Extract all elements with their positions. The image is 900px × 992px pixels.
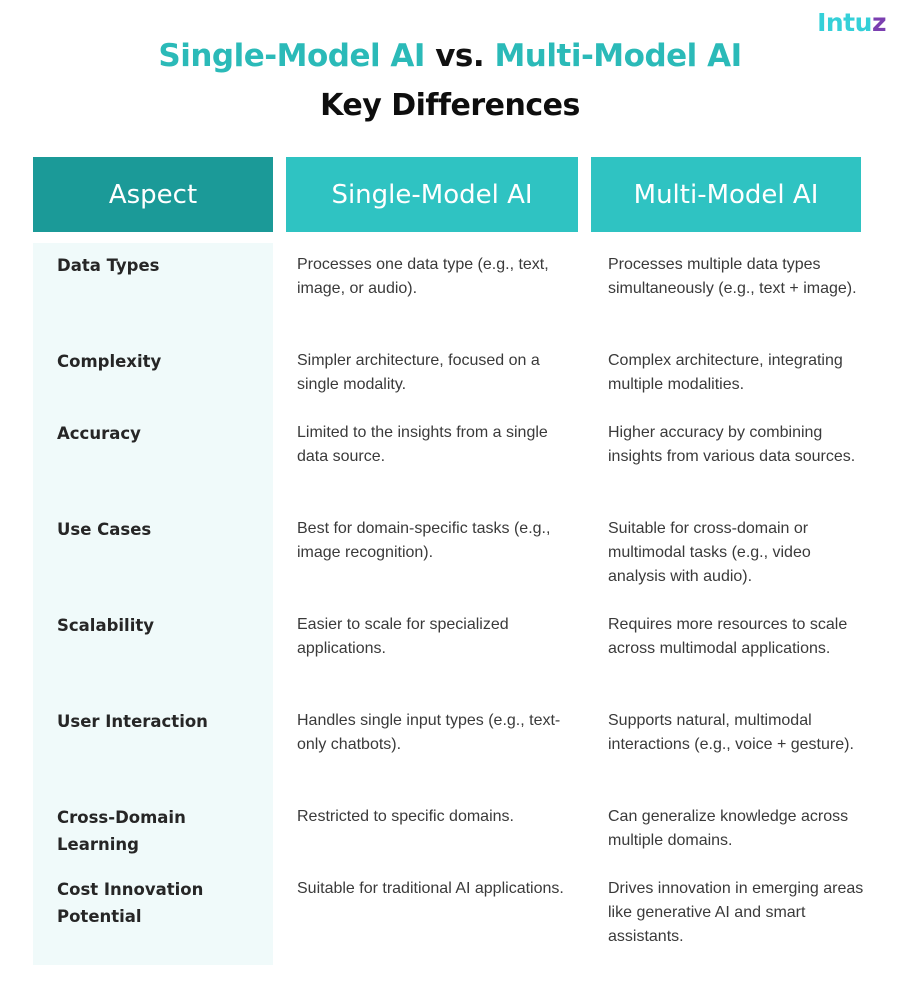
aspect-cell: Accuracy xyxy=(57,424,141,443)
multi-model-cell: Higher accuracy by combining insights fr… xyxy=(608,424,856,465)
page-title: Single-Model AI vs. Multi-Model AI xyxy=(0,38,900,74)
single-model-cell: Handles single input types (e.g., text-o… xyxy=(297,712,561,753)
aspect-cell: Data Types xyxy=(57,256,160,275)
aspect-cell: User Interaction xyxy=(57,712,208,731)
aspect-cell: Use Cases xyxy=(57,520,152,539)
single-model-cell: Limited to the insights from a single da… xyxy=(297,424,548,465)
multi-model-cell: Suitable for cross-domain or multimodal … xyxy=(608,520,811,585)
multi-model-cell: Supports natural, multimodal interaction… xyxy=(608,712,854,753)
page-subtitle: Key Differences xyxy=(320,88,580,123)
multi-model-cell: Drives innovation in emerging areas like… xyxy=(608,880,864,945)
aspect-cell: Scalability xyxy=(57,616,155,635)
single-model-cell: Processes one data type (e.g., text, ima… xyxy=(297,256,549,297)
multi-model-cell: Requires more resources to scale across … xyxy=(608,616,848,657)
multi-model-cell: Complex architecture, integrating multip… xyxy=(608,352,843,393)
brand-logo: Intuz xyxy=(817,8,886,37)
single-model-cell: Restricted to specific domains. xyxy=(297,808,514,825)
logo-text: Intu xyxy=(817,8,872,37)
aspect-cell: Cost Innovation Potential xyxy=(57,880,204,926)
single-model-cell: Simpler architecture, focused on a singl… xyxy=(297,352,540,393)
single-model-cell: Suitable for traditional AI applications… xyxy=(297,880,564,897)
aspect-cell: Complexity xyxy=(57,352,162,371)
single-model-cell: Best for domain-specific tasks (e.g., im… xyxy=(297,520,551,561)
title-vs: vs. xyxy=(424,38,495,74)
header-single-model: Single-Model AI xyxy=(286,157,578,232)
title-multi: Multi-Model AI xyxy=(494,38,742,74)
multi-model-cell: Processes multiple data types simultaneo… xyxy=(608,256,857,297)
title-single: Single-Model AI xyxy=(158,38,425,74)
header-aspect: Aspect xyxy=(33,157,273,232)
single-model-cell: Easier to scale for specialized applicat… xyxy=(297,616,509,657)
multi-model-cell: Can generalize knowledge across multiple… xyxy=(608,808,849,849)
aspect-cell: Cross-Domain Learning xyxy=(57,808,186,854)
logo-text-end: z xyxy=(871,8,887,37)
header-multi-model: Multi-Model AI xyxy=(591,157,861,232)
